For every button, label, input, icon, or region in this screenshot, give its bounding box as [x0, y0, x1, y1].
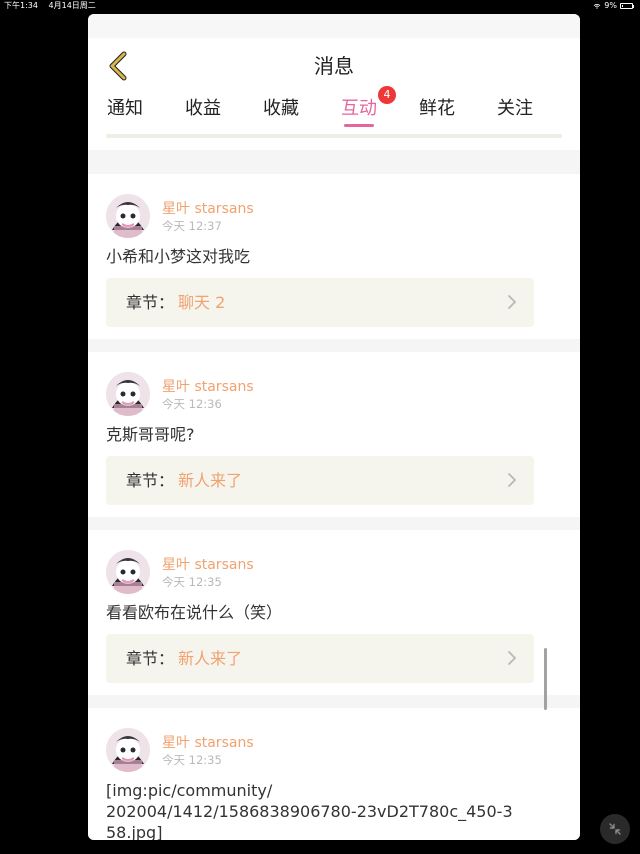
- timestamp: 今天 12:35: [162, 575, 222, 589]
- message-card: 星叶 starsans 今天 12:36 克斯哥哥呢? 章节： 新人来了: [88, 352, 580, 517]
- chapter-prefix: 章节：: [126, 471, 175, 490]
- avatar-image: [106, 728, 150, 772]
- tab-label: 通知: [107, 98, 143, 119]
- header-bar: 消息: [88, 38, 580, 95]
- username[interactable]: 星叶 starsans: [162, 376, 254, 396]
- chapter-name: 新人来了: [178, 471, 243, 490]
- status-date: 4月14日周二: [48, 1, 96, 10]
- chapter-link[interactable]: 章节： 聊天 2: [106, 278, 534, 327]
- tab-badge: 4: [378, 86, 396, 104]
- status-left: 下午1:34 4月14日周二: [4, 0, 104, 12]
- tab-divider: [106, 134, 562, 138]
- chevron-right-icon: [508, 295, 517, 309]
- avatar-image: [106, 550, 150, 594]
- chapter-name: 新人来了: [178, 649, 243, 668]
- status-right: 9%: [593, 0, 634, 12]
- tab-notice[interactable]: 通知: [106, 94, 144, 138]
- tab-flowers[interactable]: 鲜花: [418, 94, 456, 138]
- tab-earnings[interactable]: 收益: [184, 94, 222, 138]
- tab-following[interactable]: 关注: [496, 94, 534, 138]
- message-card: 星叶 starsans 今天 12:35 [img:pic/community/…: [88, 708, 580, 840]
- modal-top-bar: [88, 14, 580, 38]
- chevron-right-icon: [508, 651, 517, 665]
- tab-underline: [344, 124, 374, 127]
- timestamp: 今天 12:36: [162, 397, 222, 411]
- battery-icon: [620, 3, 633, 9]
- timestamp: 今天 12:37: [162, 219, 222, 233]
- wifi-icon: [594, 3, 601, 9]
- avatar[interactable]: [106, 194, 150, 238]
- avatar[interactable]: [106, 550, 150, 594]
- tab-favorites[interactable]: 收藏: [262, 94, 300, 138]
- message-text: [img:pic/community/ 202004/1412/15868389…: [106, 780, 562, 840]
- tab-label: 鲜花: [419, 98, 455, 119]
- battery-percent: 9%: [604, 1, 617, 10]
- tab-label: 收藏: [263, 98, 299, 119]
- minimize-button[interactable]: [600, 814, 630, 844]
- status-time: 下午1:34: [4, 1, 38, 10]
- message-text-line: 58.jpg]: [106, 823, 163, 840]
- chapter-prefix: 章节：: [126, 293, 175, 312]
- username[interactable]: 星叶 starsans: [162, 732, 254, 752]
- messages-modal: 消息 通知 收益 收藏 互动 4 鲜花 关注 星叶 starsans 今天 12…: [88, 14, 580, 840]
- username[interactable]: 星叶 starsans: [162, 198, 254, 218]
- battery-tip: [633, 4, 634, 8]
- chapter-name: 聊天 2: [178, 293, 226, 312]
- chapter-prefix: 章节：: [126, 649, 175, 668]
- chevron-right-icon: [508, 473, 517, 487]
- page-title: 消息: [314, 54, 354, 78]
- timestamp: 今天 12:35: [162, 753, 222, 767]
- username[interactable]: 星叶 starsans: [162, 554, 254, 574]
- message-text: 克斯哥哥呢?: [106, 425, 195, 444]
- status-bar: 下午1:34 4月14日周二 9%: [0, 0, 640, 12]
- avatar[interactable]: [106, 372, 150, 416]
- avatar[interactable]: [106, 728, 150, 772]
- message-text-line: [img:pic/community/: [106, 781, 273, 800]
- chapter-link[interactable]: 章节： 新人来了: [106, 634, 534, 683]
- collapse-icon: [609, 823, 621, 835]
- message-card: 星叶 starsans 今天 12:37 小希和小梦这对我吃 章节： 聊天 2: [88, 174, 580, 339]
- scrollbar[interactable]: [544, 648, 547, 710]
- tab-label: 互动: [341, 98, 377, 119]
- message-text: 小希和小梦这对我吃: [106, 247, 251, 266]
- tab-label: 关注: [497, 98, 533, 119]
- message-card: 星叶 starsans 今天 12:35 看看欧布在说什么（笑） 章节： 新人来…: [88, 530, 580, 695]
- avatar-image: [106, 372, 150, 416]
- tab-label: 收益: [185, 98, 221, 119]
- tab-interaction[interactable]: 互动 4: [340, 86, 396, 138]
- message-text-line: 202004/1412/1586838906780-23vD2T780c_450…: [106, 802, 513, 821]
- avatar-image: [106, 194, 150, 238]
- chapter-link[interactable]: 章节： 新人来了: [106, 456, 534, 505]
- tab-bar: 通知 收益 收藏 互动 4 鲜花 关注: [88, 86, 580, 150]
- message-text: 看看欧布在说什么（笑）: [106, 603, 283, 622]
